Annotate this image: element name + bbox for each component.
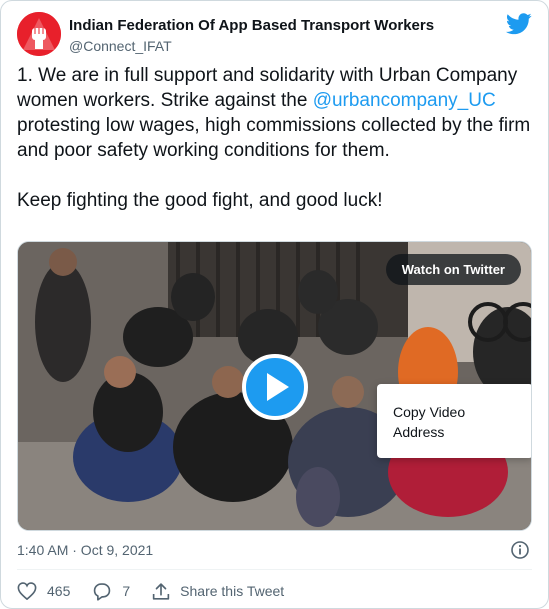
share-icon — [152, 582, 170, 600]
reply-count: 7 — [122, 583, 131, 599]
watch-on-twitter-button[interactable]: Watch on Twitter — [385, 254, 521, 285]
video-player[interactable]: Watch on Twitter Copy Video Address — [17, 241, 532, 531]
share-label: Share this Tweet — [180, 583, 285, 599]
like-count: 465 — [47, 583, 71, 599]
heart-icon — [17, 582, 37, 600]
tweet-paragraph-1: 1. We are in full support and solidarity… — [17, 63, 537, 163]
tweet-card: Indian Federation Of App Based Transport… — [0, 0, 549, 609]
twitter-bird-icon[interactable] — [506, 13, 532, 35]
tweet-text-post: protesting low wages, high commissions c… — [17, 115, 531, 161]
reply-icon — [94, 582, 111, 601]
info-icon[interactable] — [510, 540, 530, 560]
tweet-timestamp[interactable]: 1:40 AM · Oct 9, 2021 — [17, 542, 153, 558]
divider — [17, 569, 532, 570]
share-button[interactable]: Share this Tweet — [152, 582, 284, 601]
play-icon — [267, 373, 289, 401]
tweet-text: 1. We are in full support and solidarity… — [17, 63, 537, 213]
reply-button[interactable]: 7 — [92, 582, 130, 601]
context-menu: Copy Video Address — [377, 384, 531, 458]
copy-video-address-item[interactable]: Copy Video Address — [393, 402, 517, 442]
avatar[interactable] — [17, 12, 61, 56]
action-bar: 465 7 Share this Tweet — [17, 579, 306, 603]
tweet-paragraph-2: Keep fighting the good fight, and good l… — [17, 190, 383, 211]
account-handle[interactable]: @Connect_IFAT — [69, 38, 172, 54]
fist-logo — [17, 12, 61, 56]
mention-link[interactable]: @urbancompany_UC — [313, 90, 496, 111]
like-button[interactable]: 465 — [17, 582, 70, 600]
play-button[interactable] — [242, 354, 308, 420]
account-name[interactable]: Indian Federation Of App Based Transport… — [69, 17, 434, 34]
